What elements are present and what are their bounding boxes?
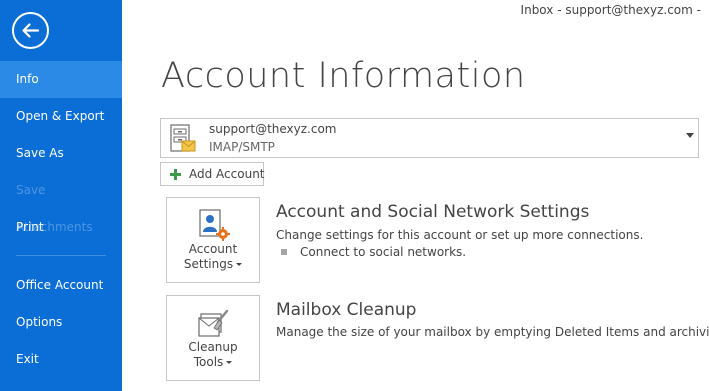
- account-email: support@thexyz.com: [209, 122, 337, 136]
- cleanup-tools-button[interactable]: Cleanup Tools: [166, 295, 260, 381]
- nav-exit[interactable]: Exit: [0, 341, 122, 378]
- bullet-icon: [281, 249, 287, 255]
- account-settings-title: Account and Social Network Settings: [276, 202, 590, 222]
- back-button[interactable]: [12, 12, 49, 49]
- mailbox-cleanup-description: Manage the size of your mailbox by empty…: [276, 325, 709, 339]
- account-settings-line2-text: Settings: [183, 257, 234, 271]
- page-title: Account Information: [161, 56, 526, 96]
- cleanup-tools-line2: Tools: [167, 355, 259, 370]
- nav-options[interactable]: Options: [0, 304, 122, 341]
- mailbox-cleanup-title: Mailbox Cleanup: [276, 300, 417, 320]
- social-networks-link: Connect to social networks.: [300, 245, 467, 259]
- caret-down-icon: [236, 263, 243, 266]
- plus-icon: [170, 169, 181, 180]
- cleanup-tools-icon: [198, 309, 229, 337]
- cleanup-tools-label: Cleanup Tools: [167, 340, 259, 370]
- backstage-sidebar: Info Open & Export Save As Save Attachme…: [0, 0, 122, 391]
- account-mail-icon: [170, 124, 196, 152]
- account-settings-label: Account Settings: [167, 242, 259, 272]
- cleanup-tools-line2-text: Tools: [193, 355, 224, 369]
- account-settings-description: Change settings for this account or set …: [276, 228, 644, 242]
- chevron-down-icon[interactable]: [686, 133, 694, 138]
- account-type: IMAP/SMTP: [209, 140, 275, 154]
- add-account-label: Add Account: [189, 167, 265, 181]
- account-selector[interactable]: support@thexyz.com IMAP/SMTP: [160, 118, 699, 158]
- caret-down-icon: [226, 361, 233, 364]
- window-title: Inbox - support@thexyz.com -: [520, 3, 701, 17]
- nav-save-attachments: Save Attachments: [16, 183, 93, 234]
- nav-print[interactable]: Print: [0, 209, 122, 246]
- account-settings-line1: Account: [188, 242, 238, 256]
- add-account-button[interactable]: Add Account: [160, 162, 265, 186]
- nav-office-account[interactable]: Office Account: [0, 267, 122, 304]
- account-settings-icon: [199, 209, 230, 241]
- nav-divider: [16, 255, 106, 256]
- account-settings-button[interactable]: Account Settings: [166, 197, 260, 283]
- back-arrow-icon: [22, 23, 40, 38]
- cleanup-tools-line1: Cleanup: [188, 340, 238, 354]
- nav-save-as[interactable]: Save As: [0, 135, 122, 172]
- nav-info[interactable]: Info: [0, 61, 122, 98]
- account-settings-line2: Settings: [167, 257, 259, 272]
- nav-open-export[interactable]: Open & Export: [0, 98, 122, 135]
